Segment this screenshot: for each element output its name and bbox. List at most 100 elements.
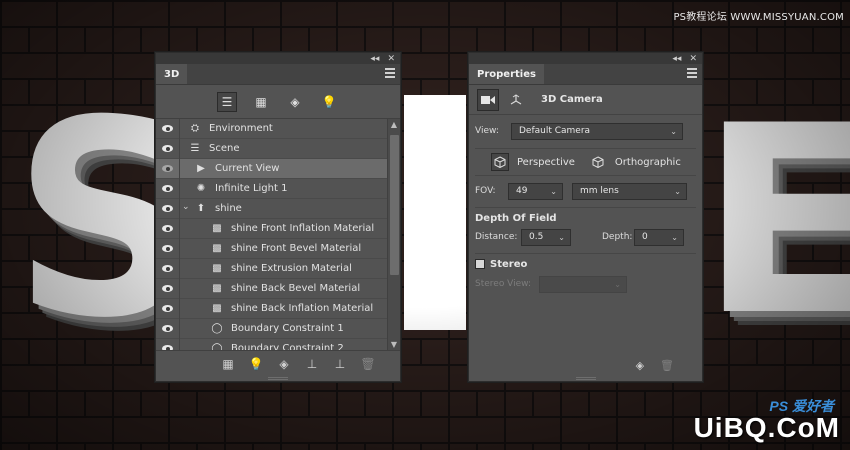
properties-bottom-toolbar: ◈ 🗑	[469, 353, 702, 377]
orthographic-label[interactable]: Orthographic	[615, 157, 681, 168]
coordinates-icon[interactable]	[505, 89, 527, 111]
tree-row[interactable]: ◯ Boundary Constraint 2	[156, 338, 400, 351]
eye-icon	[162, 325, 173, 332]
eye-icon	[162, 125, 173, 132]
layer-type-icon: ▩	[212, 303, 222, 314]
eye-icon	[162, 305, 173, 312]
drop-to-ground-icon[interactable]: ⊥	[305, 357, 319, 371]
fov-input[interactable]: 49 ⌄	[508, 182, 563, 200]
resize-grip[interactable]	[575, 377, 596, 380]
tree-row[interactable]: ▩ shine Back Bevel Material	[156, 278, 400, 299]
chevron-down-icon: ⌄	[670, 126, 677, 136]
resize-grip[interactable]	[268, 377, 288, 380]
layer-type-icon: ◯	[211, 323, 223, 334]
tab-3d[interactable]: 3D	[156, 64, 188, 84]
perspective-cube-icon[interactable]	[491, 153, 509, 171]
tree-row[interactable]: ▩ shine Back Inflation Material	[156, 298, 400, 319]
view-value: Default Camera	[519, 126, 591, 136]
eye-icon	[162, 265, 173, 272]
view-select[interactable]: Default Camera ⌄	[511, 122, 683, 140]
distance-input[interactable]: 0.5 ⌄	[521, 228, 571, 246]
scroll-down-icon[interactable]: ▼	[388, 339, 400, 350]
stereo-view-select[interactable]: ⌄	[539, 275, 627, 293]
scroll-up-icon[interactable]: ▲	[388, 119, 400, 131]
scroll-thumb[interactable]	[390, 135, 399, 275]
tree-row-label: Infinite Light 1	[215, 183, 288, 194]
layer-type-icon: ▶	[197, 163, 205, 174]
tree-row[interactable]: ☰ Scene	[156, 138, 400, 159]
tree-row-label: Environment	[209, 123, 273, 134]
chevron-down-icon: ⌄	[674, 186, 681, 196]
visibility-toggle[interactable]	[156, 138, 180, 159]
perspective-label[interactable]: Perspective	[517, 157, 575, 168]
tree-row[interactable]: ⛭ Environment	[156, 119, 400, 139]
stereo-label[interactable]: Stereo	[490, 259, 527, 270]
visibility-toggle[interactable]	[156, 198, 180, 219]
tree-row[interactable]: ✺ Infinite Light 1	[156, 178, 400, 199]
fov-label: FOV:	[475, 186, 496, 196]
visibility-toggle[interactable]	[156, 318, 180, 339]
layer-type-icon: ▩	[212, 243, 222, 254]
visibility-toggle[interactable]	[156, 338, 180, 350]
eye-icon	[162, 225, 173, 232]
material-filter-icon[interactable]: ◈	[285, 92, 305, 112]
panel-3d-tabbar: 3D	[156, 64, 400, 85]
dof-row: Distance: 0.5 ⌄ Depth: 0 ⌄	[469, 224, 702, 250]
depth-input[interactable]: 0 ⌄	[634, 228, 684, 246]
render-icon[interactable]: ▦	[221, 357, 235, 371]
panel-menu-icon[interactable]	[385, 68, 395, 78]
panel-3d-topbar: ◂◂ ✕	[156, 53, 400, 64]
collapse-icon[interactable]: ◂◂	[370, 54, 379, 64]
visibility-toggle[interactable]	[156, 238, 180, 259]
distance-value: 0.5	[529, 232, 544, 242]
camera-icon[interactable]	[477, 88, 499, 111]
close-icon[interactable]: ✕	[387, 54, 395, 64]
tree-row-label: shine Front Bevel Material	[231, 243, 362, 254]
visibility-toggle[interactable]	[156, 158, 180, 179]
tree-row[interactable]: ◯ Boundary Constraint 1	[156, 318, 400, 339]
panel-menu-icon[interactable]	[687, 68, 697, 78]
chevron-down-icon: ⌄	[614, 279, 621, 289]
fov-row: FOV: 49 ⌄ mm lens ⌄	[469, 178, 702, 204]
scrollbar[interactable]: ▲ ▼	[387, 119, 400, 350]
distance-label: Distance:	[475, 232, 518, 242]
tree-row[interactable]: ▩ shine Front Inflation Material	[156, 218, 400, 239]
tree-row[interactable]: ▶ Current View	[156, 158, 400, 179]
visibility-toggle[interactable]	[156, 119, 180, 139]
tree-row-label: shine Back Inflation Material	[231, 303, 374, 314]
chevron-down-icon[interactable]: ⌄	[182, 202, 190, 212]
visibility-toggle[interactable]	[156, 258, 180, 279]
visibility-toggle[interactable]	[156, 298, 180, 319]
light-filter-icon[interactable]: 💡	[319, 92, 339, 112]
orthographic-cube-icon[interactable]	[589, 153, 607, 171]
tree-row-label: Current View	[215, 163, 280, 174]
stereo-checkbox[interactable]	[475, 259, 485, 269]
eye-icon	[162, 145, 173, 152]
layer-type-icon: ▩	[212, 283, 222, 294]
tree-row[interactable]: ▩ shine Front Bevel Material	[156, 238, 400, 259]
add-light-icon[interactable]: 💡	[249, 357, 264, 371]
visibility-toggle[interactable]	[156, 178, 180, 199]
split-icon[interactable]: ⊥	[333, 357, 347, 371]
scene-filter-icon[interactable]: ☰	[217, 91, 237, 112]
layer-type-icon: ☰	[190, 143, 200, 154]
projection-row: Perspective Orthographic	[475, 148, 696, 176]
new-material-icon[interactable]: ◈	[636, 359, 644, 372]
layer-type-icon: ⛭	[191, 123, 199, 134]
collapse-icon[interactable]: ◂◂	[672, 54, 681, 64]
layer-type-icon: ◯	[211, 343, 223, 351]
tree-row[interactable]: ▩ shine Extrusion Material	[156, 258, 400, 279]
mesh-filter-icon[interactable]: ▦	[251, 92, 271, 112]
tree-row-label: shine Back Bevel Material	[231, 283, 361, 294]
new-mesh-icon[interactable]: ◈	[277, 357, 291, 371]
tree-row[interactable]: ⌄ ⬆ shine	[156, 198, 400, 219]
lens-select[interactable]: mm lens ⌄	[572, 182, 687, 200]
close-icon[interactable]: ✕	[689, 54, 697, 64]
layer-type-icon: ▩	[212, 223, 222, 234]
stereo-view-label: Stereo View:	[475, 279, 532, 289]
eye-icon	[162, 285, 173, 292]
tab-properties[interactable]: Properties	[469, 64, 544, 84]
eye-icon	[162, 245, 173, 252]
visibility-toggle[interactable]	[156, 218, 180, 239]
visibility-toggle[interactable]	[156, 278, 180, 299]
